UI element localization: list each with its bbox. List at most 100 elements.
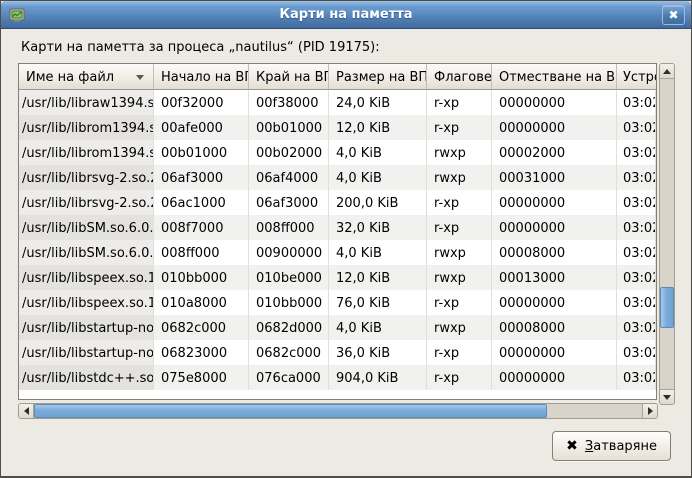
table-cell: 12,0 KiB [329, 115, 427, 140]
table-cell: r-xp [427, 365, 492, 390]
table-row[interactable]: /usr/lib/librsvg-2.so.206ac100006af30002… [19, 190, 656, 215]
table-cell: 00013000 [492, 265, 617, 290]
horizontal-scrollbar[interactable] [18, 403, 658, 419]
vertical-scrollbar-thumb[interactable] [660, 287, 674, 328]
column-header-0[interactable]: Име на файл [19, 64, 154, 90]
table-cell: 03:02 [617, 115, 656, 140]
table-cell: 076ca000 [249, 365, 329, 390]
table-cell: 200,0 KiB [329, 190, 427, 215]
table-row[interactable]: /usr/lib/libspeex.so.1010bb000010be00012… [19, 265, 656, 290]
table-cell: r-xp [427, 215, 492, 240]
table-cell: rwxp [427, 240, 492, 265]
table-header-row: Име на файл Начало на ВПКрай на ВПРазмер … [19, 64, 656, 90]
table-cell: 06823000 [154, 340, 249, 365]
table-cell: 00031000 [492, 165, 617, 190]
table-cell: 00008000 [492, 240, 617, 265]
column-header-label: Име на файл [26, 70, 114, 85]
close-button-icon: ✖ [566, 439, 578, 453]
table-cell: rwxp [427, 315, 492, 340]
table-cell: 03:02 [617, 190, 656, 215]
table-row[interactable]: /usr/lib/libraw1394.so00f3200000f3800024… [19, 90, 656, 115]
table-cell: 36,0 KiB [329, 340, 427, 365]
table-cell: /usr/lib/libspeex.so.1 [19, 290, 154, 315]
column-header-label: Устройство [623, 70, 656, 85]
vertical-scrollbar[interactable] [659, 63, 675, 405]
table-cell: 00000000 [492, 215, 617, 240]
table-cell: 32,0 KiB [329, 215, 427, 240]
column-header-6[interactable]: Устройство [617, 64, 656, 90]
table-cell: 010bb000 [249, 290, 329, 315]
table-cell: rwxp [427, 265, 492, 290]
table-row[interactable]: /usr/lib/libspeex.so.1010a8000010bb00076… [19, 290, 656, 315]
table-cell: 4,0 KiB [329, 315, 427, 340]
table-row[interactable]: /usr/lib/libstdc++.so.6075e8000076ca0009… [19, 365, 656, 390]
table-cell: 00000000 [492, 365, 617, 390]
column-header-3[interactable]: Размер на ВП [329, 64, 427, 90]
table-cell: 03:02 [617, 165, 656, 190]
column-header-1[interactable]: Начало на ВП [154, 64, 249, 90]
window-title: Карти на паметта [1, 7, 691, 22]
scroll-left-button[interactable] [19, 404, 34, 418]
column-header-label: Отместване на ВП [499, 70, 617, 85]
horizontal-scrollbar-trough[interactable] [34, 404, 642, 418]
close-button[interactable]: ✖ Затваряне [552, 431, 671, 461]
table-cell: 06af3000 [154, 165, 249, 190]
table-cell: r-xp [427, 290, 492, 315]
titlebar-close-button[interactable]: ✖ [662, 5, 685, 25]
table-cell: /usr/lib/libspeex.so.1 [19, 265, 154, 290]
table-cell: 06af4000 [249, 165, 329, 190]
table-body: /usr/lib/libraw1394.so00f3200000f3800024… [19, 90, 656, 390]
table-cell: 24,0 KiB [329, 90, 427, 115]
table-cell: 03:02 [617, 215, 656, 240]
table-cell: 008ff000 [154, 240, 249, 265]
table-cell: 075e8000 [154, 365, 249, 390]
table-row[interactable]: /usr/lib/libSM.so.6.0.0008f7000008ff0003… [19, 215, 656, 240]
table-row[interactable]: /usr/lib/libstartup-not068230000682c0003… [19, 340, 656, 365]
sort-descending-icon [136, 75, 144, 80]
titlebar[interactable]: Карти на паметта ✖ [1, 1, 691, 29]
arrow-left-icon [24, 407, 29, 415]
close-icon: ✖ [668, 8, 678, 22]
table-cell: 904,0 KiB [329, 365, 427, 390]
close-button-label: Затваряне [585, 439, 657, 454]
table-cell: 03:02 [617, 365, 656, 390]
table-cell: 00afe000 [154, 115, 249, 140]
scroll-up-button[interactable] [660, 64, 674, 79]
table-cell: 00000000 [492, 340, 617, 365]
table-cell: 76,0 KiB [329, 290, 427, 315]
column-header-5[interactable]: Отместване на ВП [492, 64, 617, 90]
table-cell: 00002000 [492, 140, 617, 165]
table-row[interactable]: /usr/lib/libstartup-not0682c0000682d0004… [19, 315, 656, 340]
table-cell: /usr/lib/libSM.so.6.0.0 [19, 215, 154, 240]
table-row[interactable]: /usr/lib/librsvg-2.so.206af300006af40004… [19, 165, 656, 190]
horizontal-scrollbar-thumb[interactable] [34, 404, 547, 418]
arrow-right-icon [648, 407, 653, 415]
table-cell: 0682c000 [154, 315, 249, 340]
table-cell: 00f38000 [249, 90, 329, 115]
table-cell: /usr/lib/librom1394.so [19, 140, 154, 165]
column-header-4[interactable]: Флагове [427, 64, 492, 90]
table-cell: rwxp [427, 165, 492, 190]
table-cell: 12,0 KiB [329, 265, 427, 290]
table-cell: 010bb000 [154, 265, 249, 290]
table-cell: r-xp [427, 340, 492, 365]
vertical-scrollbar-trough[interactable] [660, 79, 674, 389]
table-cell: 00b02000 [249, 140, 329, 165]
table-cell: 00b01000 [249, 115, 329, 140]
table-cell: r-xp [427, 90, 492, 115]
memory-maps-dialog: Карти на паметта ✖ Карти на паметта за п… [0, 0, 692, 478]
table-row[interactable]: /usr/lib/librom1394.so00afe00000b0100012… [19, 115, 656, 140]
table-row[interactable]: /usr/lib/librom1394.so00b0100000b020004,… [19, 140, 656, 165]
table-cell: 03:02 [617, 290, 656, 315]
column-header-2[interactable]: Край на ВП [249, 64, 329, 90]
table-cell: 010be000 [249, 265, 329, 290]
table-cell: rwxp [427, 140, 492, 165]
scroll-down-button[interactable] [660, 389, 674, 404]
table-cell: /usr/lib/librsvg-2.so.2 [19, 190, 154, 215]
table-cell: 008f7000 [154, 215, 249, 240]
scroll-right-button[interactable] [642, 404, 657, 418]
table-cell: 008ff000 [249, 215, 329, 240]
table-row[interactable]: /usr/lib/libSM.so.6.0.0008ff000009000004… [19, 240, 656, 265]
table-cell: 00000000 [492, 90, 617, 115]
table-cell: 03:02 [617, 315, 656, 340]
